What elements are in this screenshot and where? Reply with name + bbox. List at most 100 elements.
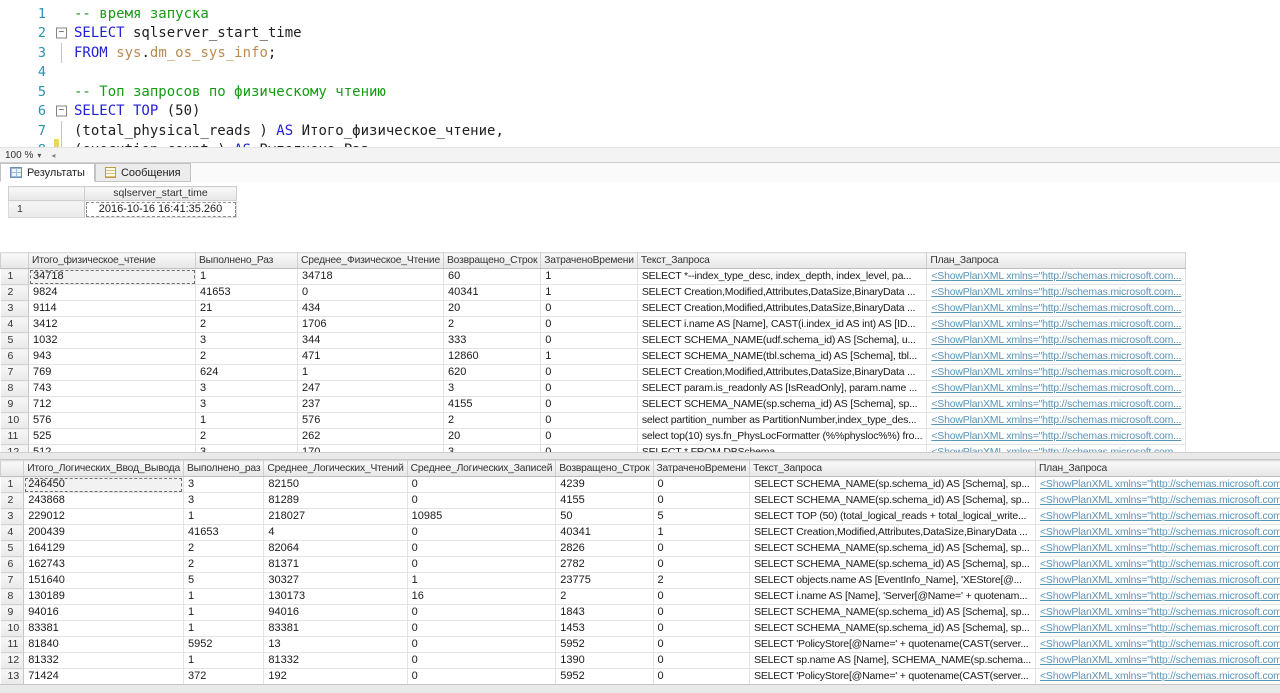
- column-header[interactable]: ЗатраченоВремени: [653, 461, 750, 477]
- plan-link-cell[interactable]: <ShowPlanXML xmlns="http://schemas.micro…: [1035, 653, 1280, 669]
- value-cell[interactable]: 620: [444, 365, 541, 381]
- value-cell[interactable]: 94016: [264, 605, 407, 621]
- value-cell[interactable]: 4: [264, 525, 407, 541]
- value-cell[interactable]: 3: [196, 333, 298, 349]
- value-cell[interactable]: 333: [444, 333, 541, 349]
- column-header[interactable]: ЗатраченоВремени: [541, 253, 638, 269]
- showplan-link[interactable]: <ShowPlanXML xmlns="http://schemas.micro…: [1040, 558, 1280, 570]
- value-cell[interactable]: 344: [298, 333, 444, 349]
- showplan-link[interactable]: <ShowPlanXML xmlns="http://schemas.micro…: [931, 334, 1181, 346]
- value-cell[interactable]: 5: [183, 573, 263, 589]
- value-cell[interactable]: 3412: [29, 317, 196, 333]
- value-cell[interactable]: 2826: [556, 541, 653, 557]
- value-cell[interactable]: 2782: [556, 557, 653, 573]
- plan-link-cell[interactable]: <ShowPlanXML xmlns="http://schemas.micro…: [1035, 493, 1280, 509]
- value-cell[interactable]: 2: [653, 573, 750, 589]
- showplan-link[interactable]: <ShowPlanXML xmlns="http://schemas.micro…: [931, 302, 1181, 314]
- value-cell[interactable]: 525: [29, 429, 196, 445]
- plan-link-cell[interactable]: <ShowPlanXML xmlns="http://schemas.micro…: [927, 365, 1186, 381]
- value-cell[interactable]: 1: [541, 349, 638, 365]
- column-header-sqlserver-start-time[interactable]: sqlserver_start_time: [85, 187, 237, 201]
- value-cell[interactable]: 151640: [24, 573, 184, 589]
- row-number-cell[interactable]: 13: [1, 669, 24, 685]
- value-cell[interactable]: 0: [541, 381, 638, 397]
- query-text-cell[interactable]: SELECT sp.name AS [Name], SCHEMA_NAME(sp…: [750, 653, 1036, 669]
- value-cell[interactable]: 1: [653, 525, 750, 541]
- query-text-cell[interactable]: SELECT *--index_type_desc, index_depth, …: [637, 269, 927, 285]
- plan-link-cell[interactable]: <ShowPlanXML xmlns="http://schemas.micro…: [927, 429, 1186, 445]
- row-number-cell[interactable]: 8: [1, 381, 29, 397]
- column-header[interactable]: План_Запроса: [927, 253, 1186, 269]
- column-header[interactable]: Текст_Запроса: [750, 461, 1036, 477]
- value-cell[interactable]: 0: [407, 477, 556, 493]
- value-cell[interactable]: 13: [264, 637, 407, 653]
- showplan-link[interactable]: <ShowPlanXML xmlns="http://schemas.micro…: [931, 270, 1181, 282]
- query-text-cell[interactable]: SELECT SCHEMA_NAME(udf.schema_id) AS [Sc…: [637, 333, 927, 349]
- value-cell[interactable]: 576: [298, 413, 444, 429]
- value-cell[interactable]: 94016: [24, 605, 184, 621]
- value-cell[interactable]: 71424: [24, 669, 184, 685]
- query-text-cell[interactable]: SELECT SCHEMA_NAME(sp.schema_id) AS [Sch…: [750, 541, 1036, 557]
- value-cell[interactable]: 576: [29, 413, 196, 429]
- query-text-cell[interactable]: SELECT Creation,Modified,Attributes,Data…: [637, 285, 927, 301]
- grid-corner-cell[interactable]: [1, 461, 24, 477]
- value-cell[interactable]: 0: [541, 413, 638, 429]
- value-cell[interactable]: 81371: [264, 557, 407, 573]
- value-cell[interactable]: 83381: [24, 621, 184, 637]
- value-cell[interactable]: 247: [298, 381, 444, 397]
- query-text-cell[interactable]: SELECT * FROM DBSchema: [637, 445, 927, 453]
- zoom-level[interactable]: 100 %: [5, 150, 33, 161]
- value-cell[interactable]: 81289: [264, 493, 407, 509]
- plan-link-cell[interactable]: <ShowPlanXML xmlns="http://schemas.micro…: [1035, 541, 1280, 557]
- value-cell[interactable]: 769: [29, 365, 196, 381]
- plan-link-cell[interactable]: <ShowPlanXML xmlns="http://schemas.micro…: [1035, 525, 1280, 541]
- value-cell[interactable]: 20: [444, 429, 541, 445]
- showplan-link[interactable]: <ShowPlanXML xmlns="http://schemas.micro…: [1040, 670, 1280, 682]
- value-cell[interactable]: 5: [653, 509, 750, 525]
- query-text-cell[interactable]: SELECT SCHEMA_NAME(sp.schema_id) AS [Sch…: [750, 493, 1036, 509]
- row-number-cell[interactable]: 6: [1, 557, 24, 573]
- column-header[interactable]: План_Запроса: [1035, 461, 1280, 477]
- value-cell[interactable]: 21: [196, 301, 298, 317]
- value-cell[interactable]: 434: [298, 301, 444, 317]
- column-header[interactable]: Среднее_Логических_Чтений: [264, 461, 407, 477]
- row-number-cell[interactable]: 4: [1, 525, 24, 541]
- value-cell[interactable]: 743: [29, 381, 196, 397]
- value-cell[interactable]: 1: [183, 509, 263, 525]
- plan-link-cell[interactable]: <ShowPlanXML xmlns="http://schemas.micro…: [927, 445, 1186, 453]
- row-number-cell[interactable]: 9: [1, 605, 24, 621]
- row-number-cell[interactable]: 6: [1, 349, 29, 365]
- row-number-cell[interactable]: 12: [1, 653, 24, 669]
- showplan-link[interactable]: <ShowPlanXML xmlns="http://schemas.micro…: [1040, 542, 1280, 554]
- column-header[interactable]: Итого_физическое_чтение: [29, 253, 196, 269]
- value-cell[interactable]: 0: [653, 605, 750, 621]
- value-cell[interactable]: 4239: [556, 477, 653, 493]
- value-cell[interactable]: 0: [407, 637, 556, 653]
- splitter-arrow-icon[interactable]: ◂: [51, 151, 55, 160]
- value-cell[interactable]: 82150: [264, 477, 407, 493]
- query-text-cell[interactable]: SELECT SCHEMA_NAME(sp.schema_id) AS [Sch…: [750, 557, 1036, 573]
- query-text-cell[interactable]: SELECT SCHEMA_NAME(sp.schema_id) AS [Sch…: [637, 397, 927, 413]
- value-cell[interactable]: 81840: [24, 637, 184, 653]
- value-cell[interactable]: 0: [653, 557, 750, 573]
- query-text-cell[interactable]: SELECT SCHEMA_NAME(sp.schema_id) AS [Sch…: [750, 605, 1036, 621]
- query-text-cell[interactable]: select partition_number as PartitionNumb…: [637, 413, 927, 429]
- value-cell[interactable]: 60: [444, 269, 541, 285]
- showplan-link[interactable]: <ShowPlanXML xmlns="http://schemas.micro…: [1040, 510, 1280, 522]
- value-cell[interactable]: 9114: [29, 301, 196, 317]
- row-number-cell[interactable]: 3: [1, 509, 24, 525]
- zoom-dropdown-caret-icon[interactable]: ▾: [37, 151, 41, 160]
- value-cell[interactable]: 1: [183, 621, 263, 637]
- column-header[interactable]: Выполнено_раз: [183, 461, 263, 477]
- query-text-cell[interactable]: select top(10) sys.fn_PhysLocFormatter (…: [637, 429, 927, 445]
- row-number-cell[interactable]: 10: [1, 621, 24, 637]
- value-cell[interactable]: 0: [541, 429, 638, 445]
- value-cell[interactable]: 0: [541, 317, 638, 333]
- plan-link-cell[interactable]: <ShowPlanXML xmlns="http://schemas.micro…: [1035, 477, 1280, 493]
- value-cell[interactable]: 0: [407, 605, 556, 621]
- value-cell[interactable]: 2: [196, 349, 298, 365]
- showplan-link[interactable]: <ShowPlanXML xmlns="http://schemas.micro…: [1040, 494, 1280, 506]
- fold-collapse-icon[interactable]: −: [56, 106, 67, 117]
- showplan-link[interactable]: <ShowPlanXML xmlns="http://schemas.micro…: [931, 366, 1181, 378]
- value-cell[interactable]: 1843: [556, 605, 653, 621]
